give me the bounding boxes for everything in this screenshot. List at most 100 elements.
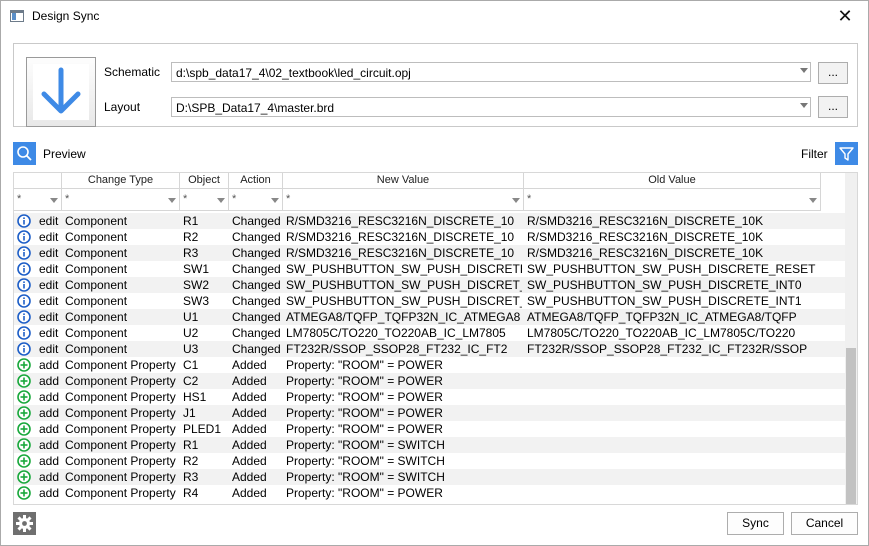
table-row[interactable]: add Component Property J1 Added Property: "R… xyxy=(14,405,846,421)
add-icon xyxy=(16,374,32,388)
cell-object: SW3 xyxy=(183,294,210,308)
path-group: Schematic d:\spb_data17_4\02_textbook\le… xyxy=(13,43,858,127)
cell-action: Added xyxy=(232,438,267,452)
cell-new-value: SW_PUSHBUTTON_SW_PUSH_DISCRET_2 xyxy=(286,294,522,308)
table-row[interactable]: add Component Property R1 Added Property: "R… xyxy=(14,437,846,453)
chevron-down-icon xyxy=(800,103,808,108)
info-icon xyxy=(16,342,32,356)
add-icon xyxy=(16,454,32,468)
filter-cell-change-type[interactable]: * xyxy=(62,189,180,211)
app-window-icon xyxy=(10,10,24,22)
sync-direction-button[interactable] xyxy=(26,57,96,127)
cell-old-value: R/SMD3216_RESC3216N_DISCRETE_10K xyxy=(527,230,764,244)
cell-action: Changed xyxy=(232,278,281,292)
table-row[interactable]: edit Component U3 Changed FT232R/SSOP_SSOP28… xyxy=(14,341,846,357)
cell-old-value: SW_PUSHBUTTON_SW_PUSH_DISCRETE_RESET xyxy=(527,262,816,276)
cell-object: R2 xyxy=(183,230,199,244)
settings-button[interactable] xyxy=(13,512,36,535)
filter-cell-new-value[interactable]: * xyxy=(283,189,524,211)
table-row[interactable]: add Component Property PLED1 Added Property:… xyxy=(14,421,846,437)
layout-path-combo[interactable]: D:\SPB_Data17_4\master.brd xyxy=(171,97,811,117)
filter-cell-old-value[interactable]: * xyxy=(524,189,821,211)
chevron-down-icon xyxy=(50,198,58,203)
sync-button[interactable]: Sync xyxy=(727,512,784,535)
add-icon xyxy=(16,438,32,452)
close-button[interactable]: ✕ xyxy=(822,1,868,32)
chevron-down-icon xyxy=(800,68,808,73)
filter-cell-action[interactable]: * xyxy=(229,189,283,211)
cell-action: Changed xyxy=(232,310,281,324)
cell-object: U3 xyxy=(183,342,199,356)
search-icon xyxy=(17,146,32,161)
info-icon xyxy=(16,278,32,292)
cell-new-value: R/SMD3216_RESC3216N_DISCRETE_10 xyxy=(286,230,515,244)
filter-cell-icon[interactable]: * xyxy=(14,189,62,211)
cell-new-value: LM7805C/TO220_TO220AB_IC_LM7805 xyxy=(286,326,506,340)
cell-change-type: Component Property xyxy=(65,454,176,468)
column-header-old-value[interactable]: Old Value xyxy=(524,173,821,189)
table-row[interactable]: edit Component SW2 Changed SW_PUSHBUTTON_SW_… xyxy=(14,277,846,293)
column-header-object[interactable]: Object xyxy=(180,173,229,189)
title-bar: Design Sync ✕ xyxy=(1,1,868,32)
table-row[interactable]: add Component Property R4 Added Property: "R… xyxy=(14,485,846,501)
table-body: edit Component R1 Changed R/SMD3216_RESC3216… xyxy=(14,213,846,501)
cell-change-type: Component Property xyxy=(65,406,176,420)
table-row[interactable]: add Component Property HS1 Added Property: "… xyxy=(14,389,846,405)
cell-object: U2 xyxy=(183,326,199,340)
column-header-icon[interactable] xyxy=(14,173,62,189)
add-icon xyxy=(16,390,32,404)
schematic-browse-button[interactable]: ... xyxy=(818,62,848,84)
table-row[interactable]: edit Component R1 Changed R/SMD3216_RESC3216… xyxy=(14,213,846,229)
table-row[interactable]: add Component Property R2 Added Property: "R… xyxy=(14,453,846,469)
cell-old-value: ATMEGA8/TQFP_TQFP32N_IC_ATMEGA8/TQFP xyxy=(527,310,797,324)
cell-object: SW1 xyxy=(183,262,210,276)
column-header-action[interactable]: Action xyxy=(229,173,283,189)
table-row[interactable]: edit Component SW3 Changed SW_PUSHBUTTON_SW_… xyxy=(14,293,846,309)
table-row[interactable]: add Component Property C1 Added Property: "R… xyxy=(14,357,846,373)
table-row[interactable]: edit Component R3 Changed R/SMD3216_RESC3216… xyxy=(14,245,846,261)
filter-value: * xyxy=(527,193,532,205)
cell-type: edit xyxy=(39,278,59,292)
scrollbar-thumb[interactable] xyxy=(846,348,856,504)
cell-old-value: FT232R/SSOP_SSOP28_FT232_IC_FT232R/SSOP xyxy=(527,342,808,356)
cell-change-type: Component Property xyxy=(65,422,176,436)
cell-action: Added xyxy=(232,486,267,500)
cell-type: add xyxy=(39,486,60,500)
table-row[interactable]: add Component Property R3 Added Property: "R… xyxy=(14,469,846,485)
cell-object: R1 xyxy=(183,214,199,228)
cell-change-type: Component Property xyxy=(65,358,176,372)
cell-new-value: R/SMD3216_RESC3216N_DISCRETE_10 xyxy=(286,246,515,260)
table-row[interactable]: edit Component SW1 Changed SW_PUSHBUTTON_SW_… xyxy=(14,261,846,277)
info-icon xyxy=(16,310,32,324)
cell-new-value: ATMEGA8/TQFP_TQFP32N_IC_ATMEGA8 xyxy=(286,310,521,324)
preview-button[interactable] xyxy=(13,142,36,165)
schematic-path-value: d:\spb_data17_4\02_textbook\led_circuit.… xyxy=(176,66,411,80)
cell-object: C1 xyxy=(183,358,199,372)
info-icon xyxy=(16,246,32,260)
vertical-scrollbar[interactable] xyxy=(845,173,857,504)
table-row[interactable]: edit Component R2 Changed R/SMD3216_RESC3216… xyxy=(14,229,846,245)
layout-browse-button[interactable]: ... xyxy=(818,96,848,118)
table-row[interactable]: edit Component U2 Changed LM7805C/TO220_TO22… xyxy=(14,325,846,341)
cell-change-type: Component Property xyxy=(65,390,176,404)
preview-label: Preview xyxy=(43,147,86,161)
cancel-button[interactable]: Cancel xyxy=(791,512,858,535)
cell-type: add xyxy=(39,470,60,484)
chevron-down-icon xyxy=(271,198,279,203)
filter-button[interactable] xyxy=(835,142,858,165)
column-header-new-value[interactable]: New Value xyxy=(283,173,524,189)
chevron-down-icon xyxy=(168,198,176,203)
table-row[interactable]: add Component Property C2 Added Property: "R… xyxy=(14,373,846,389)
add-icon xyxy=(16,358,32,372)
filter-value: * xyxy=(183,193,188,205)
cell-new-value: Property: "ROOM" = SWITCH xyxy=(286,438,445,452)
filter-cell-object[interactable]: * xyxy=(180,189,229,211)
cell-action: Changed xyxy=(232,294,281,308)
cell-object: R4 xyxy=(183,486,199,500)
cell-action: Changed xyxy=(232,230,281,244)
cell-type: edit xyxy=(39,310,59,324)
table-row[interactable]: edit Component U1 Changed ATMEGA8/TQFP_TQFP3… xyxy=(14,309,846,325)
chevron-down-icon xyxy=(512,198,520,203)
schematic-path-combo[interactable]: d:\spb_data17_4\02_textbook\led_circuit.… xyxy=(171,62,811,82)
column-header-change-type[interactable]: Change Type xyxy=(62,173,180,189)
